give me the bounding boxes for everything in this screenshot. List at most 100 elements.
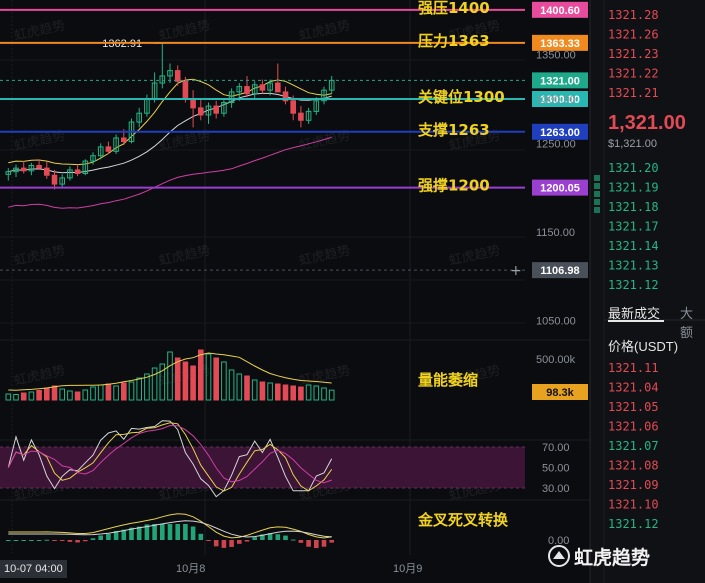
volume-bar [198,349,204,401]
trade-price: 1321.12 [608,517,659,531]
annotation-label: 强撑1200 [418,177,490,195]
macd-bar [229,540,234,547]
macd-bar [290,539,296,541]
macd-bar [152,524,157,540]
price-tag-label: 1363.33 [540,38,580,50]
tab-latest-trades[interactable]: 最新成交 [608,303,660,322]
macd-bar [83,540,88,542]
tab-large-trades[interactable]: 大额 [680,303,705,341]
volume-bar [213,357,219,401]
rsi-axis-tick: 70.00 [542,442,570,454]
candle-body [259,84,266,91]
candle-body [298,112,304,121]
candle-body [44,167,50,176]
orderbook-ask-price: 1321.26 [608,28,659,42]
trade-price: 1321.11 [608,361,659,375]
macd-bar [167,524,173,540]
volume-bar [121,382,127,401]
crosshair-plus-icon: + [510,263,522,279]
price-tag-label: 1106.98 [540,265,579,277]
candle-body [51,174,58,185]
orderbook-ask-price: 1321.21 [608,86,659,100]
macd-bar [106,533,111,540]
volume-bar [44,387,50,401]
volume-bar [244,375,250,401]
annotation-label: 压力1363 [418,32,490,50]
macd-bar [59,540,65,542]
trade-price: 1321.05 [608,400,659,414]
volume-bar [51,385,58,401]
volume-bar [36,390,42,401]
price-axis-tick: 1250.00 [536,138,576,150]
price-axis-tick: 1150.00 [536,227,575,239]
rsi-axis-tick: 30.00 [542,483,570,495]
macd-bar [13,540,19,541]
macd-bar [160,524,165,540]
orderbook-bid-price: 1321.13 [608,259,659,273]
brand-name: 虹虎趋势 [574,547,651,569]
orderbook-bid-price: 1321.18 [608,200,659,214]
price-chart[interactable]: 虹虎趋势 虹虎趋势 虹虎趋势 虹虎趋势虹虎趋势 虹虎趋势 虹虎趋势 虹虎趋势虹虎趋势 虹虎趋势… [0,0,705,583]
annotation-label: 金叉死叉转换 [417,511,509,529]
trade-price: 1321.07 [608,439,659,453]
orderbook-bid-price: 1321.20 [608,161,659,175]
candle-body [174,70,181,82]
macd-bar [213,540,219,547]
x-axis-tick: 10月9 [393,563,422,575]
candle-body [213,105,219,114]
candle-body [105,146,112,152]
orderbook-bid-price: 1321.19 [608,181,659,195]
depth-indicator [594,183,600,189]
candle-body [20,167,27,172]
price-axis-tick: 1350.00 [536,50,576,62]
macd-bar [221,540,227,548]
candle-body [182,80,189,100]
volume-bar [174,357,181,401]
macd-bar [321,540,327,547]
depth-indicator [594,207,600,213]
candle-body [290,100,296,114]
price-tag-label: 1321.00 [540,75,580,87]
annotation-label: 量能萎缩 [418,371,478,389]
macd-bar [6,540,11,541]
candle-body [190,98,196,109]
volume-bar [105,383,112,401]
candle-body [121,137,127,143]
volume-bar [259,381,266,401]
orderbook-bid-price: 1321.14 [608,239,659,253]
macd-bar [183,524,188,540]
price-tag-label: 1400.60 [540,5,580,17]
macd-bar [206,540,211,541]
candle-body [275,82,281,93]
macd-bar [136,526,142,540]
macd-bar [175,524,180,540]
macd-bar [314,540,319,549]
volume-tag-label: 98.3k [546,387,574,399]
volume-bar [74,391,81,401]
macd-bar [237,540,242,544]
macd-bar [52,540,57,541]
depth-indicator [594,175,600,181]
macd-bar [21,540,26,541]
macd-bar [44,539,50,541]
macd-bar [306,540,311,547]
candle-body [36,164,42,169]
trade-price: 1321.09 [608,478,659,492]
price-column-header: 价格(USDT) [608,339,679,354]
volume-bar [20,392,27,401]
macd-bar [75,540,80,543]
trade-price: 1321.06 [608,420,659,434]
candle-body [244,86,250,95]
volume-bar [182,361,189,401]
macd-bar [252,537,257,540]
annotation-label: 强压1400 [418,0,490,17]
macd-bar [29,540,34,541]
brand-logo-icon [548,545,570,567]
price-axis-tick: 1050.00 [536,316,576,328]
volume-bar [275,383,281,401]
orderbook-bid-price: 1321.12 [608,278,659,292]
volume-axis-tick: 500.00k [536,354,576,366]
macd-bar [36,540,42,541]
macd-bar [190,526,196,540]
price-tag-label: 1200.05 [540,183,580,195]
